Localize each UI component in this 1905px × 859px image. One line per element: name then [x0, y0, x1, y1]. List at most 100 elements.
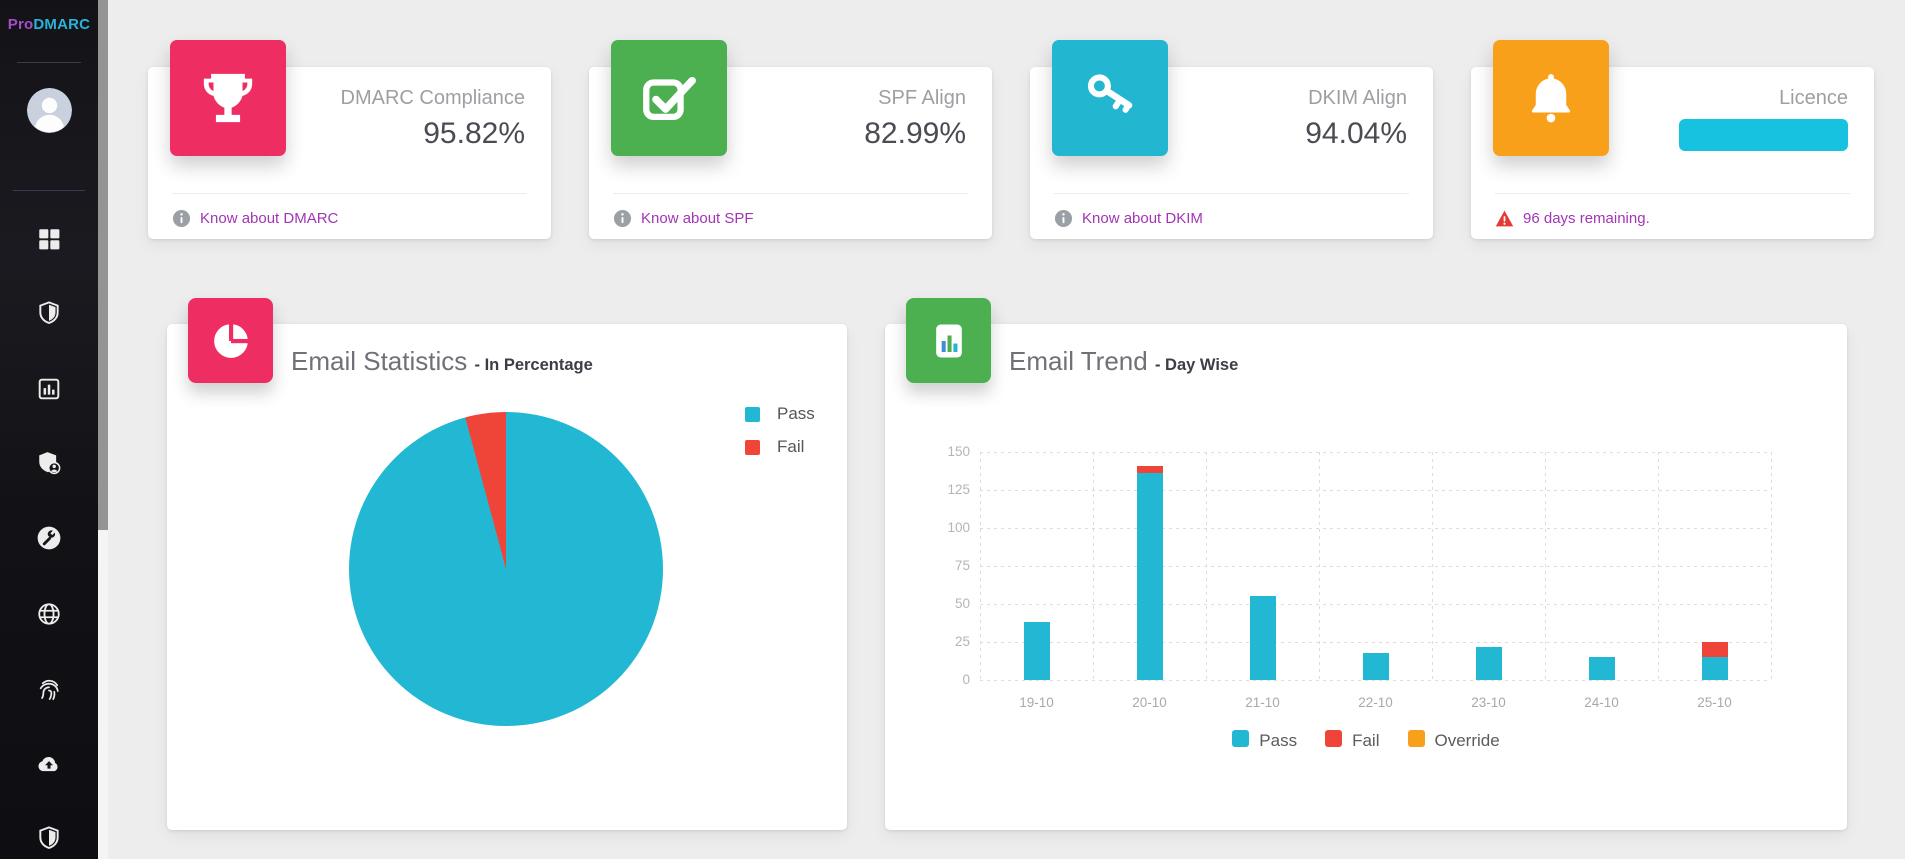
sidebar-item-dashboard[interactable]: [36, 226, 62, 252]
y-axis-tick-label: 0: [924, 672, 970, 687]
bar-legend: Pass Fail Override: [885, 728, 1847, 748]
bar-segment-fail: [1702, 642, 1728, 657]
sidebar-item-upload[interactable]: [36, 751, 62, 777]
card-divider: [613, 193, 968, 194]
card-value: 82.99%: [864, 117, 966, 151]
sidebar-item-reports[interactable]: [36, 376, 62, 402]
bell-icon: [1522, 69, 1580, 127]
gridline-h: [980, 604, 1771, 605]
shield-check-icon: [36, 825, 62, 851]
gridline-v: [1093, 452, 1094, 680]
sidebar-item-identity[interactable]: [36, 676, 62, 702]
know-about-spf-link[interactable]: Know about SPF: [641, 210, 754, 227]
sidebar-item-domain-security[interactable]: [36, 450, 62, 476]
pie-legend: Pass Fail: [745, 404, 815, 457]
logo-rest: DMARC: [33, 16, 90, 33]
app-logo[interactable]: ProDMARC: [0, 16, 98, 33]
card-divider: [1495, 193, 1850, 194]
legend-label: Override: [1435, 731, 1500, 751]
know-about-dkim-link[interactable]: Know about DKIM: [1082, 210, 1203, 227]
sidebar-divider: [17, 62, 81, 63]
sidebar-divider: [13, 190, 85, 191]
bar-segment-pass: [1137, 473, 1163, 680]
card-divider: [1054, 193, 1409, 194]
y-axis-tick-label: 25: [924, 634, 970, 649]
bar-segment-pass: [1589, 657, 1615, 680]
key-tile: [1052, 40, 1168, 156]
card-value: 94.04%: [1305, 117, 1407, 151]
sidebar-item-tools[interactable]: [36, 525, 62, 551]
card-label: SPF Align: [878, 87, 966, 110]
gridline-v: [1771, 452, 1772, 680]
gridline-h: [980, 680, 1771, 681]
x-axis-tick-label: 22-10: [1358, 695, 1393, 710]
dashboard-icon: [36, 226, 62, 252]
x-axis-tick-label: 21-10: [1245, 695, 1280, 710]
checkbox-tile: [611, 40, 727, 156]
email-trend-subtitle: - Day Wise: [1155, 356, 1238, 374]
bar-legend-item[interactable]: Fail: [1325, 728, 1379, 748]
bar-segment-pass: [1363, 653, 1389, 680]
gridline-h: [980, 490, 1771, 491]
legend-swatch: [1232, 730, 1249, 747]
bar-segment-pass: [1250, 596, 1276, 680]
pie-legend-item[interactable]: Pass: [745, 404, 815, 424]
fingerprint-icon: [36, 676, 62, 702]
scrollbar-thumb[interactable]: [98, 0, 108, 530]
card-value: 95.82%: [423, 117, 525, 151]
pie-chart: [349, 412, 663, 726]
bar-segment-pass: [1702, 657, 1728, 680]
pie-icon: [209, 319, 253, 363]
x-axis-tick-label: 23-10: [1471, 695, 1506, 710]
email-statistics-subtitle: - In Percentage: [475, 356, 593, 374]
info-icon: [613, 209, 632, 228]
bar-segment-fail: [1137, 466, 1163, 474]
y-axis-tick-label: 75: [924, 558, 970, 573]
sidebar-item-web[interactable]: [36, 601, 62, 627]
sidebar-item-security-check[interactable]: [36, 825, 62, 851]
bar-legend-item[interactable]: Override: [1408, 728, 1500, 748]
warning-icon: [1495, 209, 1514, 228]
licence-badge: Expires in 96 days: [1679, 119, 1848, 151]
sidebar-scrollbar: [98, 0, 108, 859]
legend-label: Fail: [1352, 731, 1379, 751]
legend-label: Pass: [777, 404, 815, 424]
know-about-dmarc-link[interactable]: Know about DMARC: [200, 210, 338, 227]
licence-warning-text: 96 days remaining.: [1523, 210, 1650, 227]
gridline-v: [1432, 452, 1433, 680]
sidebar-item-protection[interactable]: [36, 300, 62, 326]
card-divider: [172, 193, 527, 194]
bar-chart-icon: [36, 376, 62, 402]
info-icon: [1054, 209, 1073, 228]
bell-tile: [1493, 40, 1609, 156]
pie-legend-item[interactable]: Fail: [745, 437, 815, 457]
panel-title: Email Statistics - In Percentage: [291, 346, 593, 377]
bar-legend-item[interactable]: Pass: [1232, 728, 1297, 748]
trend-bars-icon: [927, 319, 971, 363]
avatar[interactable]: [27, 88, 72, 133]
bar-segment-pass: [1476, 647, 1502, 680]
x-axis-tick-label: 24-10: [1584, 695, 1619, 710]
dashboard-page: ProDMARC: [0, 0, 1905, 859]
trend-tile: [906, 298, 991, 383]
y-axis-tick-label: 50: [924, 596, 970, 611]
email-trend-title: Email Trend: [1009, 346, 1148, 376]
x-axis-tick-label: 20-10: [1132, 695, 1167, 710]
y-axis-tick-label: 100: [924, 520, 970, 535]
shield-user-icon: [36, 450, 62, 476]
globe-icon: [36, 601, 62, 627]
trophy-tile: [170, 40, 286, 156]
gridline-v: [1658, 452, 1659, 680]
gridline-h: [980, 452, 1771, 453]
card-dkim-align: DKIM Align 94.04% Know about DKIM: [1030, 67, 1433, 239]
email-trend-panel: Email Trend - Day Wise 02550751001251501…: [885, 324, 1847, 830]
card-label: DMARC Compliance: [341, 87, 526, 110]
gridline-h: [980, 528, 1771, 529]
cloud-upload-icon: [36, 751, 62, 777]
x-axis-tick-label: 25-10: [1697, 695, 1732, 710]
gridline-v: [1206, 452, 1207, 680]
legend-label: Pass: [1259, 731, 1297, 751]
legend-swatch: [745, 440, 760, 455]
card-label: DKIM Align: [1308, 87, 1407, 110]
gridline-v: [980, 452, 981, 680]
